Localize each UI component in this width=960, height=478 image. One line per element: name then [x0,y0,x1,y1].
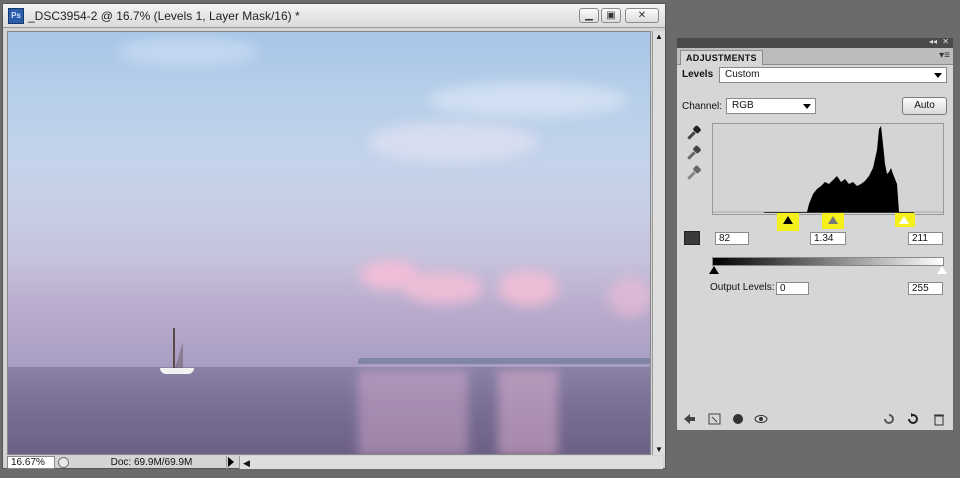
panel-tab-row: ADJUSTMENTS ▾≡ [677,48,953,65]
scroll-up-icon[interactable]: ▲ [655,32,663,41]
panel-header-bar[interactable]: ◂◂ ✕ [677,37,953,48]
document-window: Ps _DSC3954-2 @ 16.7% (Levels 1, Layer M… [2,3,666,469]
status-bar: 16.67% Doc: 69.9M/69.9M ◀ [7,456,663,469]
output-white-slider[interactable] [937,266,947,274]
trash-icon[interactable] [932,412,946,426]
input-black-slider[interactable] [783,216,793,224]
input-white-field[interactable]: 211 [908,232,943,245]
clipping-warning-icon[interactable] [684,231,700,245]
histogram-graph [713,126,943,213]
input-gamma-field[interactable]: 1.34 [810,232,846,245]
panel-menu-icon[interactable]: ▾≡ [939,50,950,61]
input-gamma-slider[interactable] [828,216,838,224]
histogram [712,123,944,215]
zoom-icon[interactable] [58,457,69,468]
scroll-left-icon[interactable]: ◀ [243,458,250,469]
input-white-slider[interactable] [899,216,909,224]
status-menu-arrow-icon[interactable] [228,457,234,467]
scroll-down-icon[interactable]: ▼ [655,445,663,454]
restore-button[interactable]: ▣ [601,8,621,23]
panel-close-icon[interactable]: ✕ [942,37,949,46]
channel-label: Channel: [682,101,723,112]
mask-view-icon[interactable] [731,412,745,426]
back-arrow-icon[interactable] [682,412,696,426]
horizontal-scrollbar[interactable]: ◀ [239,456,663,469]
minimize-icon: ▁ [585,10,593,21]
image-canvas[interactable] [7,31,651,455]
minimize-button[interactable]: ▁ [579,8,599,23]
sky [8,32,650,367]
output-black-field[interactable]: 0 [776,282,809,295]
reset-icon[interactable] [906,412,920,426]
reset-previous-icon[interactable] [882,412,896,426]
sailboat-sail [175,342,183,368]
gray-point-eyedropper-icon[interactable] [685,144,702,161]
input-black-field[interactable]: 82 [715,232,749,245]
chevron-down-icon [934,73,942,78]
white-point-eyedropper-icon[interactable] [685,164,702,181]
document-title: _DSC3954-2 @ 16.7% (Levels 1, Layer Mask… [28,9,300,23]
panel-bottom-toolbar [676,408,954,430]
document-title-bar[interactable]: Ps _DSC3954-2 @ 16.7% (Levels 1, Layer M… [3,4,665,28]
channel-dropdown[interactable]: RGB [726,98,816,114]
photoshop-app-icon: Ps [8,8,24,24]
zoom-level-field[interactable]: 16.67% [7,456,55,469]
document-size-info[interactable]: Doc: 69.9M/69.9M [77,456,227,469]
output-black-slider[interactable] [709,266,719,274]
eye-icon[interactable] [754,412,768,426]
vertical-scrollbar[interactable]: ▲ ▼ [652,31,665,455]
output-levels-label: Output Levels: [710,282,775,293]
collapse-panel-icon[interactable]: ◂◂ [929,37,937,46]
preset-dropdown[interactable]: Custom [719,67,947,83]
distant-shoreline [358,358,650,364]
auto-button[interactable]: Auto [902,97,947,115]
tab-adjustments[interactable]: ADJUSTMENTS [680,50,763,65]
channel-value: RGB [732,100,754,111]
adjustment-type-label: Levels [682,69,714,80]
clip-layer-icon[interactable] [708,412,722,426]
sailboat [160,368,194,374]
output-white-field[interactable]: 255 [908,282,943,295]
chevron-down-icon [803,104,811,109]
black-point-eyedropper-icon[interactable] [685,124,702,141]
close-icon: ✕ [637,10,647,21]
preset-value: Custom [725,69,760,80]
restore-icon: ▣ [606,10,616,21]
close-button[interactable]: ✕ [625,8,659,23]
output-gradient-bar [712,257,944,266]
